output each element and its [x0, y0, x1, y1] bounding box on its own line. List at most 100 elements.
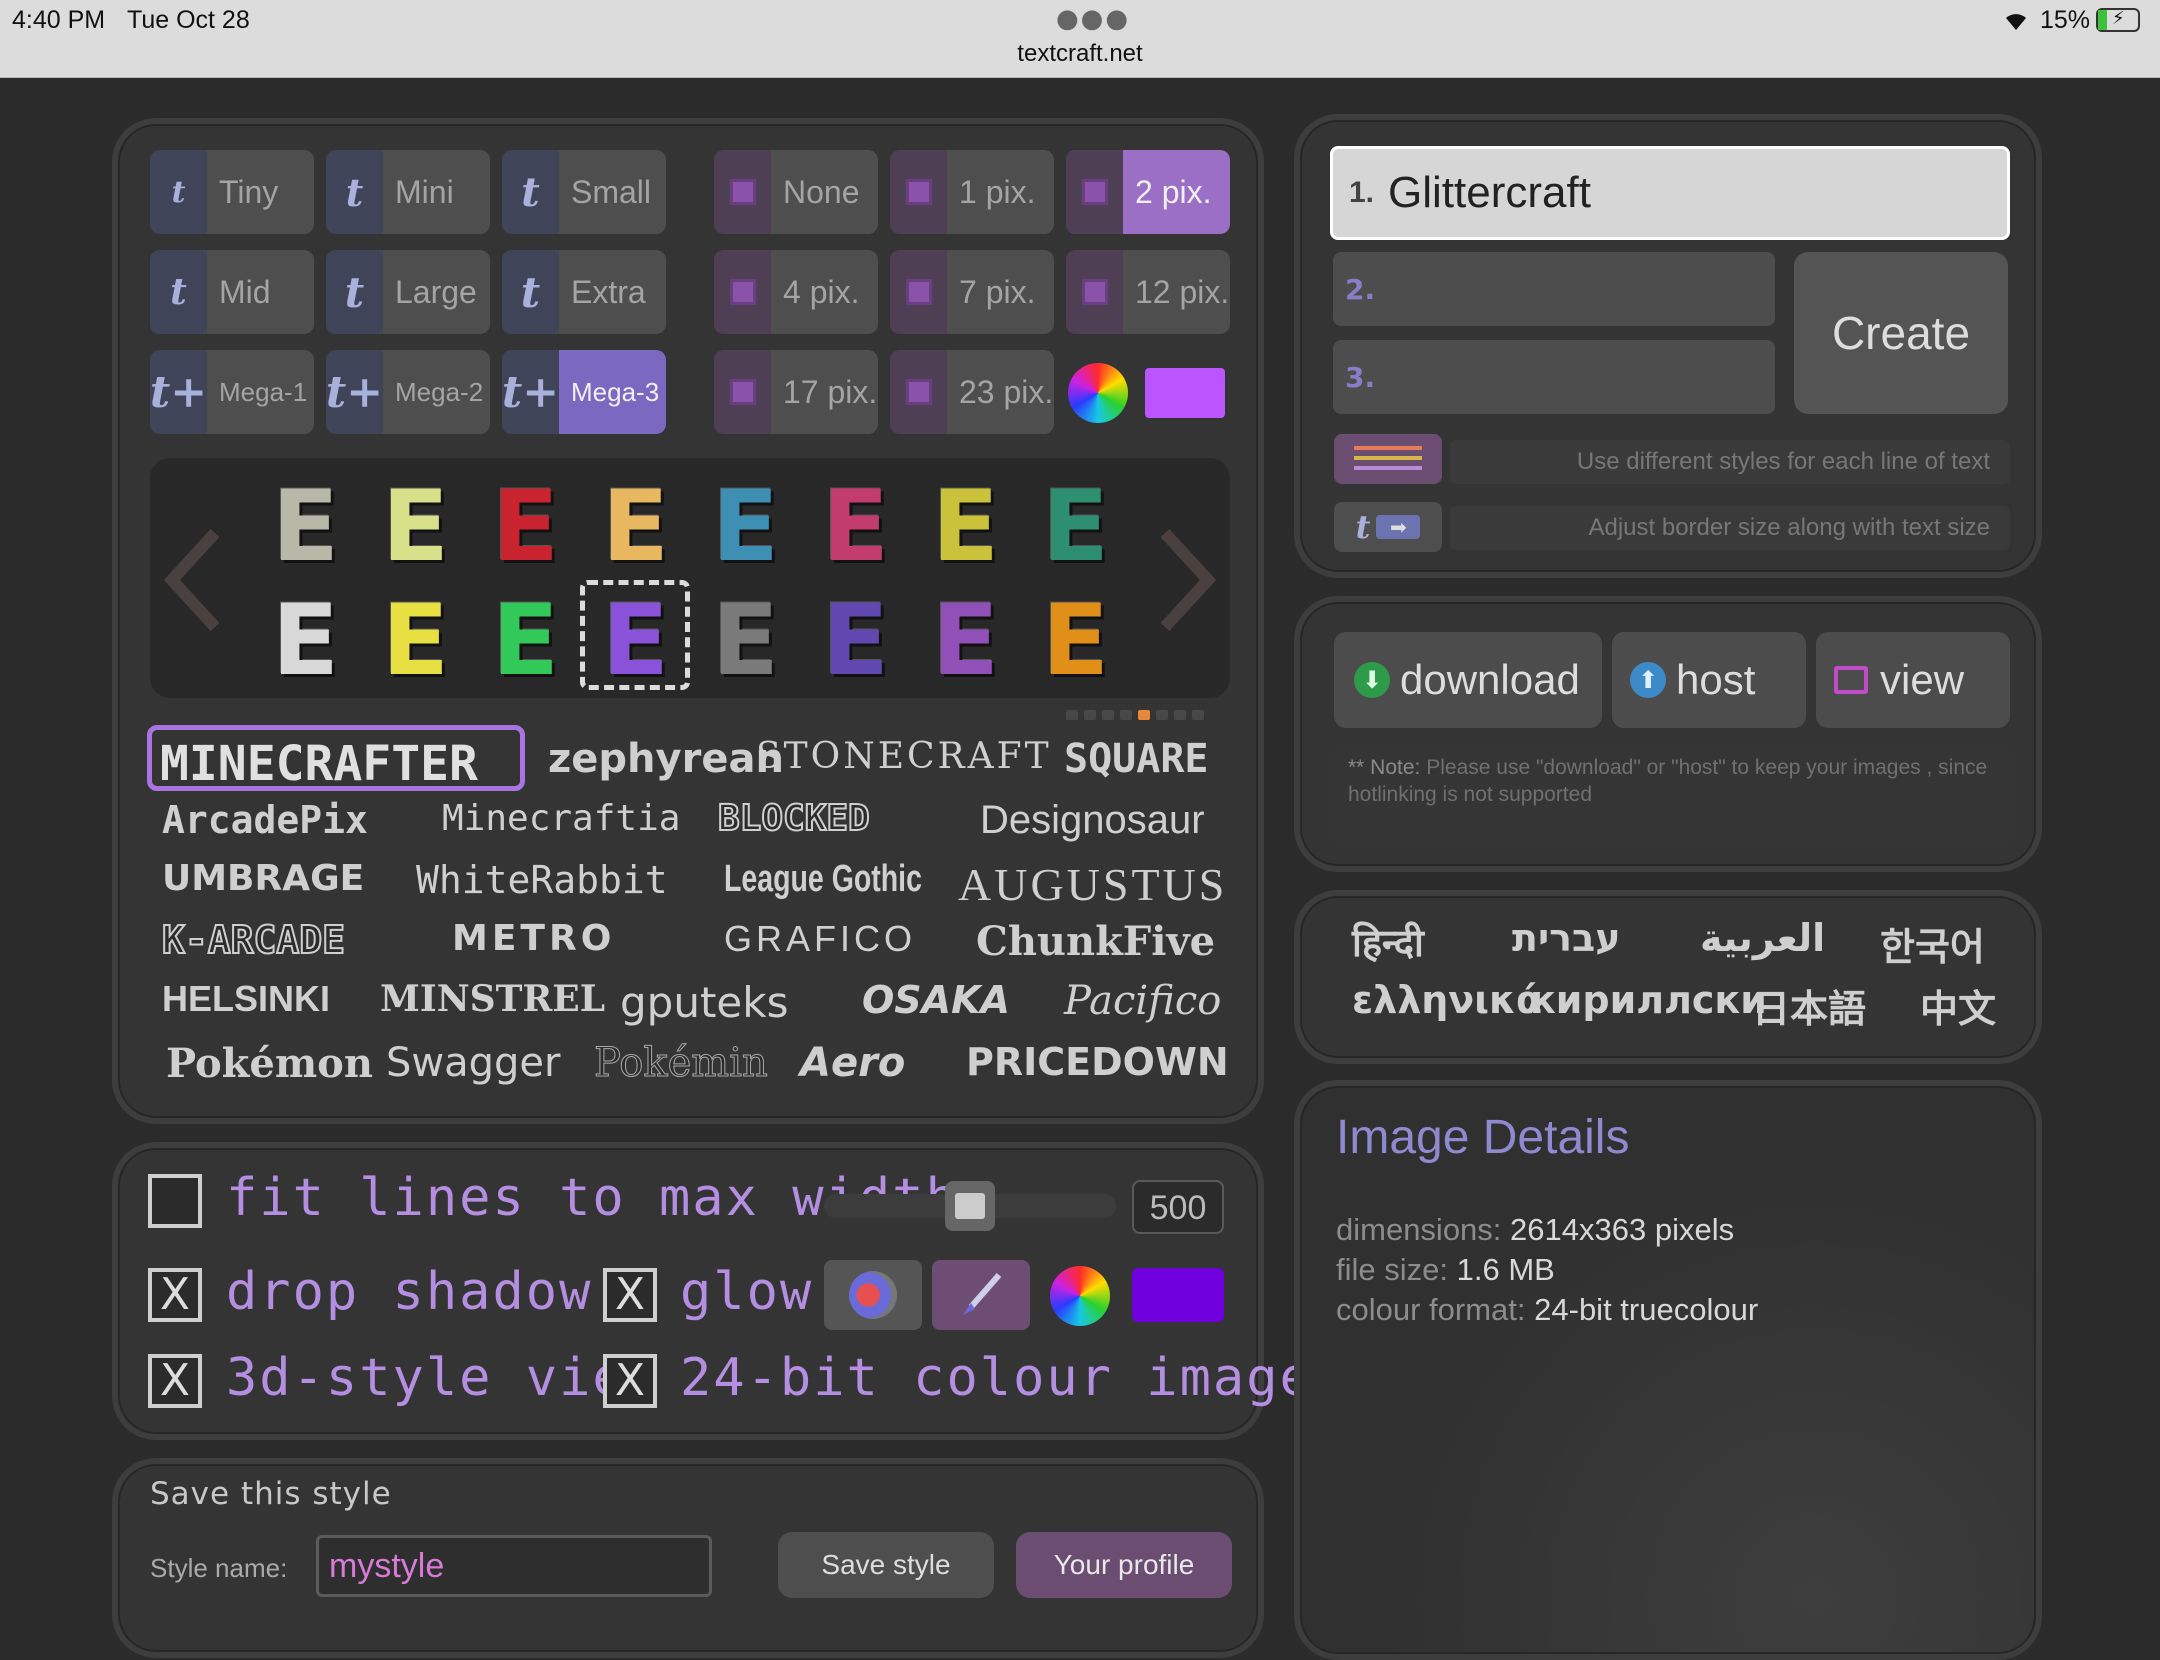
font-option[interactable]: METRO	[452, 918, 615, 959]
size-button-mega-3[interactable]: t+ Mega-3	[502, 350, 666, 434]
font-option[interactable]: SQUARE	[1064, 736, 1209, 782]
texture-tile[interactable]: E	[712, 592, 779, 690]
size-button-mega-1[interactable]: t+ Mega-1	[150, 350, 314, 434]
texture-tile[interactable]: E	[1042, 592, 1109, 690]
font-option[interactable]: zephyrean	[548, 736, 784, 782]
glow-brush-button[interactable]	[932, 1260, 1030, 1330]
font-option[interactable]: Pokémin	[594, 1040, 769, 1087]
carousel-prev-icon[interactable]	[160, 525, 230, 639]
glow-mode-button[interactable]	[824, 1260, 922, 1330]
language-3[interactable]: 한국어	[1880, 916, 1985, 971]
host-button[interactable]: ⬆ host	[1612, 632, 1806, 728]
texture-tile[interactable]: E	[602, 478, 669, 576]
font-option[interactable]: GRAFICO	[724, 918, 916, 960]
carousel-dot[interactable]	[1084, 710, 1096, 720]
border-color-wheel[interactable]	[1068, 363, 1128, 423]
texture-tile[interactable]: E	[272, 592, 339, 690]
more-dots-icon[interactable]: ●●●	[1056, 4, 1130, 34]
font-option[interactable]: League Gothic	[724, 858, 922, 901]
texture-tile[interactable]: E	[382, 592, 449, 690]
border-button-3[interactable]: 4 pix.	[714, 250, 878, 334]
font-option[interactable]: Pokémon	[166, 1040, 373, 1087]
language-2[interactable]: العربية	[1700, 916, 1825, 960]
carousel-next-icon[interactable]	[1150, 525, 1220, 639]
font-option[interactable]: MINSTREL	[380, 978, 605, 1020]
glow-color-wheel[interactable]	[1050, 1266, 1110, 1326]
text-line-2-field[interactable]: 2.	[1333, 252, 1775, 326]
font-option[interactable]: UMBRAGE	[162, 858, 364, 899]
border-button-4[interactable]: 7 pix.	[890, 250, 1054, 334]
size-button-small[interactable]: t Small	[502, 150, 666, 234]
text-line-1-field[interactable]: 1. Glittercraft	[1330, 146, 2010, 240]
size-button-large[interactable]: t Large	[326, 250, 490, 334]
font-option[interactable]: gputeks	[620, 978, 788, 1027]
texture-tile[interactable]: E	[382, 478, 449, 576]
style-name-input[interactable]: mystyle	[316, 1535, 712, 1597]
language-1[interactable]: עברית	[1512, 916, 1621, 960]
font-option[interactable]: Minecraftia	[442, 798, 680, 839]
texture-tile[interactable]: E	[1042, 478, 1109, 576]
max-width-value[interactable]: 500	[1132, 1180, 1224, 1234]
text-line-3-field[interactable]: 3.	[1333, 340, 1775, 414]
size-button-extra[interactable]: t Extra	[502, 250, 666, 334]
font-option[interactable]: Swagger	[386, 1040, 560, 1086]
3d-view-checkbox[interactable]: X	[148, 1354, 202, 1408]
glow-checkbox[interactable]: X	[603, 1268, 657, 1322]
create-button[interactable]: Create	[1794, 252, 2008, 414]
font-option[interactable]: OSAKA	[862, 978, 1010, 1022]
max-width-slider[interactable]	[824, 1181, 1116, 1231]
texture-tile[interactable]: E	[932, 592, 999, 690]
texture-tile[interactable]: E	[822, 478, 889, 576]
font-option[interactable]: HELSINKI	[162, 978, 330, 1020]
carousel-dot[interactable]	[1066, 710, 1078, 720]
texture-tile[interactable]: E	[932, 478, 999, 576]
border-button-0[interactable]: None	[714, 150, 878, 234]
texture-tile[interactable]: E	[492, 478, 559, 576]
glow-color-swatch[interactable]	[1132, 1268, 1224, 1322]
adjust-border-toggle[interactable]: t ➡	[1334, 502, 1442, 552]
font-option[interactable]: STONECRAFT	[756, 736, 1052, 777]
carousel-dot[interactable]	[1102, 710, 1114, 720]
carousel-dot[interactable]	[1156, 710, 1168, 720]
font-option[interactable]: Aero	[800, 1040, 905, 1086]
max-width-slider-thumb[interactable]	[945, 1181, 995, 1231]
font-option[interactable]: K-ARCADE	[161, 917, 346, 963]
carousel-dot[interactable]	[1138, 710, 1150, 720]
font-option[interactable]: ChunkFive	[976, 918, 1215, 965]
language-6[interactable]: 日本語	[1752, 978, 1866, 1033]
multi-style-toggle[interactable]	[1334, 434, 1442, 484]
drop-shadow-checkbox[interactable]: X	[148, 1268, 202, 1322]
border-button-5[interactable]: 12 pix.	[1066, 250, 1230, 334]
carousel-dot[interactable]	[1174, 710, 1186, 720]
font-option[interactable]: ArcadePix	[162, 798, 368, 842]
save-style-button[interactable]: Save style	[778, 1532, 994, 1598]
download-button[interactable]: ⬇ download	[1334, 632, 1602, 728]
language-4[interactable]: ελληνικά	[1352, 978, 1542, 1022]
view-button[interactable]: view	[1816, 632, 2010, 728]
texture-tile[interactable]: E	[492, 592, 559, 690]
border-color-swatch[interactable]	[1143, 366, 1227, 420]
size-button-tiny[interactable]: t Tiny	[150, 150, 314, 234]
texture-tile[interactable]: E	[272, 478, 339, 576]
font-option[interactable]: BLOCKED	[717, 797, 871, 840]
size-button-mid[interactable]: t Mid	[150, 250, 314, 334]
language-0[interactable]: हिन्दी	[1352, 916, 1424, 968]
24bit-colour-checkbox[interactable]: X	[603, 1354, 657, 1408]
border-button-6[interactable]: 17 pix.	[714, 350, 878, 434]
size-button-mega-2[interactable]: t+ Mega-2	[326, 350, 490, 434]
size-button-mini[interactable]: t Mini	[326, 150, 490, 234]
your-profile-button[interactable]: Your profile	[1016, 1532, 1232, 1598]
font-option[interactable]: Designosaur	[980, 798, 1205, 843]
language-5[interactable]: кириллски	[1530, 978, 1767, 1022]
border-button-7[interactable]: 23 pix.	[890, 350, 1054, 434]
texture-tile[interactable]: E	[712, 478, 779, 576]
address-bar-url[interactable]: textcraft.net	[0, 40, 2160, 68]
font-option[interactable]: PRICEDOWN	[966, 1040, 1229, 1084]
font-option[interactable]: Pacifico	[1064, 978, 1221, 1024]
fit-lines-checkbox[interactable]	[148, 1174, 202, 1228]
border-button-2[interactable]: 2 pix.	[1066, 150, 1230, 234]
font-option[interactable]: MINECRAFTER	[160, 736, 478, 792]
font-option[interactable]: WhiteRabbit	[416, 858, 668, 902]
carousel-dot[interactable]	[1192, 710, 1204, 720]
font-option[interactable]: AUGUSTUS	[958, 858, 1227, 911]
